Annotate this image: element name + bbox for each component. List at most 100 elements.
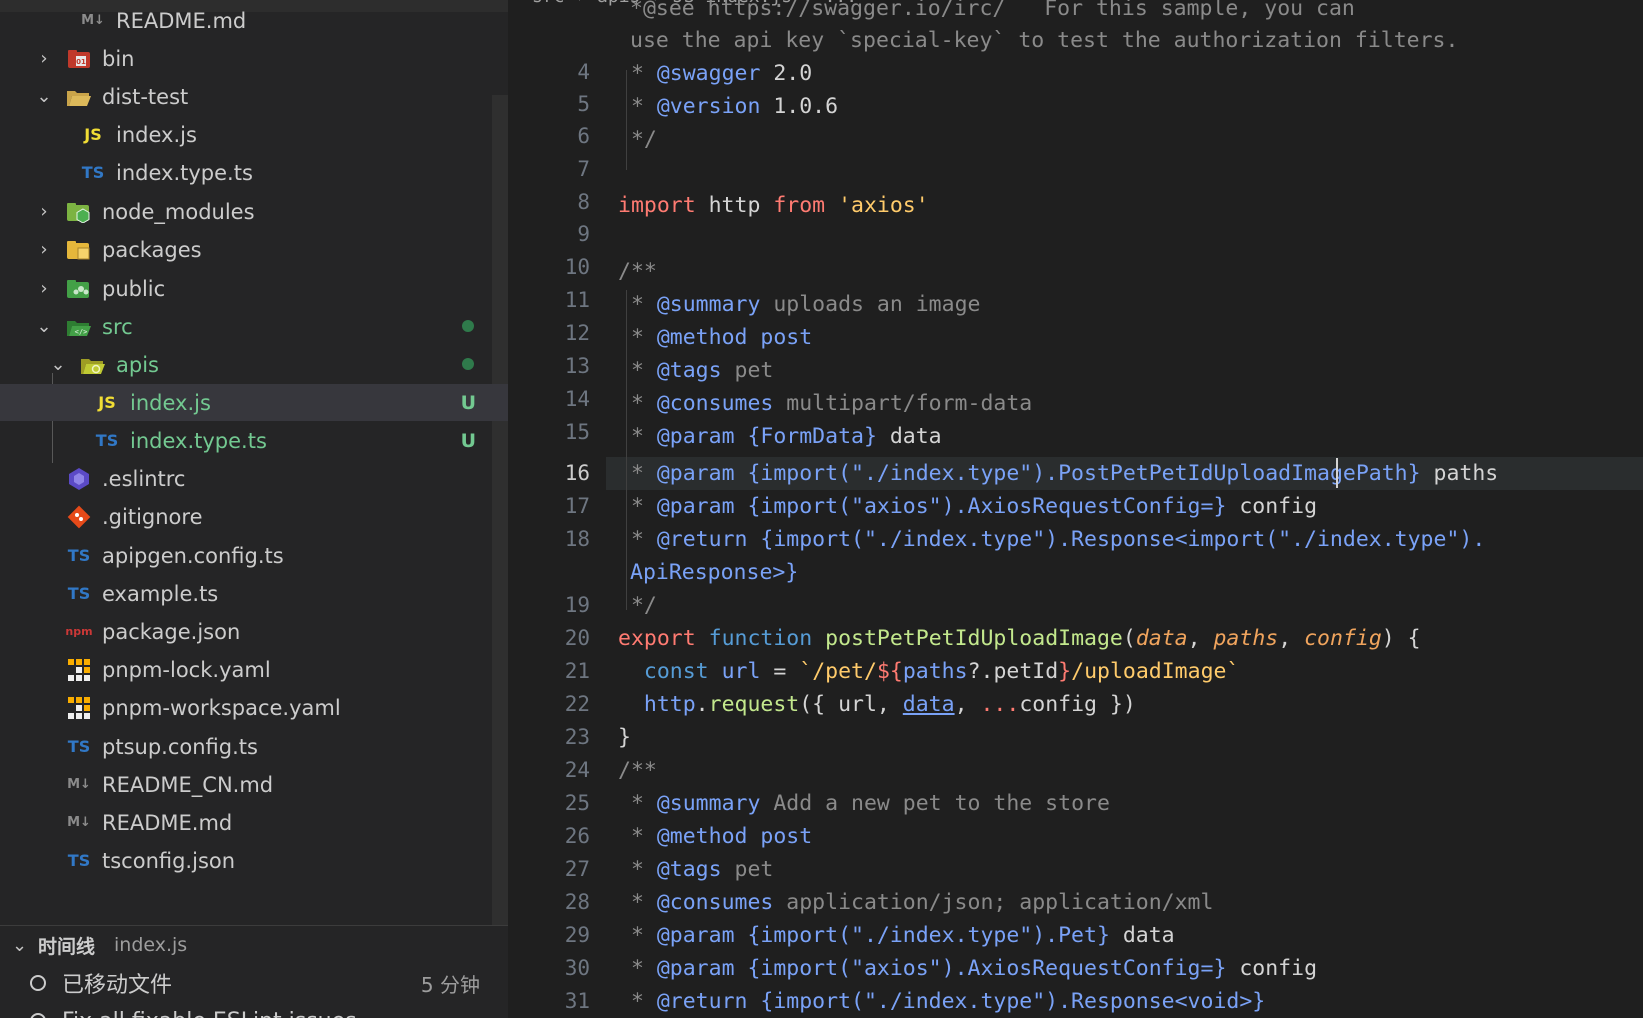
svg-text:01: 01 — [76, 58, 86, 66]
code-line[interactable]: } — [618, 721, 631, 754]
code-line[interactable]: * @param {import("./index.type").Pet} da… — [618, 919, 1175, 952]
tree-item-label: index.type.ts — [116, 160, 253, 185]
code-line[interactable]: * @param {FormData} data — [618, 420, 942, 453]
code-line[interactable]: * @summary uploads an image — [618, 288, 981, 321]
tree-item-label: tsconfig.json — [102, 848, 236, 873]
tree-item-label: README.md — [116, 8, 247, 33]
folder-open-icon — [66, 85, 92, 109]
pnpm-icon — [66, 696, 92, 720]
code-line[interactable]: * @return {import("./index.type").Respon… — [618, 985, 1265, 1018]
git-status-untracked: U — [460, 391, 476, 414]
chevron-right-icon[interactable]: › — [34, 278, 54, 299]
tree-item-gitignore[interactable]: .gitignore — [0, 498, 508, 535]
code-line[interactable]: * @swagger 2.0 — [618, 57, 812, 90]
tree-item-apis-index-type-ts[interactable]: TS index.type.ts U — [0, 422, 508, 459]
code-line[interactable]: http.request({ url, data, ...config }) — [618, 688, 1136, 721]
code-line[interactable]: import http from 'axios' — [618, 189, 929, 222]
code-line[interactable]: */ — [618, 123, 657, 156]
code-line[interactable]: * @consumes multipart/form-data — [618, 387, 1032, 420]
chevron-right-icon[interactable]: › — [34, 48, 54, 69]
code-line[interactable]: * @method post — [618, 820, 812, 853]
code-line[interactable]: * @return {import("./index.type").Respon… — [618, 523, 1485, 556]
line-number: 13 — [564, 354, 590, 378]
code-line[interactable]: const url = `/pet/${paths?.petId}/upload… — [618, 655, 1240, 688]
ts-file-icon: TS — [67, 737, 91, 756]
timeline-entry[interactable]: 已移动文件 5 分钟 — [0, 964, 508, 1002]
code-line[interactable]: ApiResponse>} — [630, 556, 798, 589]
timeline-entry[interactable]: Fix all fixable ESLint issues — [0, 1002, 508, 1018]
line-number: 26 — [564, 824, 590, 848]
tree-item-dist-index-type-ts[interactable]: TS index.type.ts — [0, 154, 508, 191]
tree-item-label: apis — [116, 352, 159, 377]
tree-item-node-modules[interactable]: › node_modules — [0, 193, 508, 230]
folder-packages-icon — [66, 238, 92, 262]
code-line[interactable]: * @consumes application/json; applicatio… — [618, 886, 1214, 919]
code-line[interactable]: * @param {import("axios").AxiosRequestCo… — [618, 952, 1317, 985]
chevron-down-icon[interactable]: ⌄ — [48, 354, 68, 375]
tree-item-tsconfig[interactable]: TS tsconfig.json — [0, 842, 508, 879]
tree-item-ptsup-config[interactable]: TS ptsup.config.ts — [0, 728, 508, 765]
code-line[interactable]: use the api key `special-key` to test th… — [630, 24, 1458, 57]
tree-item-label: README_CN.md — [102, 772, 274, 797]
code-line[interactable]: /** — [618, 255, 657, 288]
line-number: 24 — [564, 758, 590, 782]
js-file-icon: JS — [98, 393, 116, 412]
tree-item-apipgen-config[interactable]: TS apipgen.config.ts — [0, 537, 508, 574]
tree-item-readme[interactable]: M↓ README.md — [0, 804, 508, 841]
tree-item-readme-top[interactable]: M↓ README.md — [0, 2, 508, 39]
code-line[interactable]: * @param {import("axios").AxiosRequestCo… — [618, 490, 1317, 523]
svg-text:</>: </> — [75, 328, 88, 336]
tree-item-pnpm-lock[interactable]: pnpm-lock.yaml — [0, 651, 508, 688]
chevron-right-icon[interactable]: › — [34, 201, 54, 222]
tree-item-dist-test[interactable]: ⌄ dist-test — [0, 78, 508, 115]
chevron-right-icon[interactable]: › — [34, 239, 54, 260]
code-line[interactable]: /** — [618, 754, 657, 787]
folder-src-icon: </> — [66, 315, 92, 339]
tree-item-label: pnpm-workspace.yaml — [102, 695, 341, 720]
code-line[interactable]: * @summary Add a new pet to the store — [618, 787, 1110, 820]
modified-dot — [462, 358, 474, 370]
code-line[interactable]: * @tags pet — [618, 853, 773, 886]
git-icon — [66, 505, 92, 529]
line-number: 31 — [564, 989, 590, 1013]
line-number: 5 — [577, 92, 590, 116]
chevron-down-icon[interactable]: ⌄ — [34, 316, 54, 337]
line-number: 8 — [577, 190, 590, 214]
code-line[interactable]: * @param {import("./index.type").PostPet… — [618, 457, 1498, 490]
code-line[interactable]: * @method post — [618, 321, 812, 354]
code-line[interactable]: export function postPetPetIdUploadImage(… — [618, 622, 1421, 655]
tree-item-example-ts[interactable]: TS example.ts — [0, 575, 508, 612]
tree-item-src[interactable]: ⌄ </> src — [0, 308, 508, 345]
chevron-down-icon[interactable]: ⌄ — [34, 86, 54, 107]
code-editor[interactable]: src › apis › JS index.js › ... 4 5 6 7 8… — [508, 0, 1643, 1018]
code-line[interactable]: * @tags pet — [618, 354, 773, 387]
timeline-title: 时间线 — [38, 935, 96, 958]
tree-item-apis-index-js[interactable]: JS index.js U — [0, 384, 508, 421]
tree-item-label: index.js — [116, 122, 197, 147]
code-line[interactable]: *@see https://swagger.io/irc/ For this s… — [630, 0, 1355, 25]
line-number: 10 — [564, 255, 590, 279]
tree-item-apis[interactable]: ⌄ apis — [0, 346, 508, 383]
line-number: 4 — [577, 60, 590, 84]
tree-item-pnpm-workspace[interactable]: pnpm-workspace.yaml — [0, 689, 508, 726]
code-line[interactable]: * @version 1.0.6 — [618, 90, 838, 123]
timeline-entry-label: 已移动文件 — [62, 973, 173, 998]
chevron-down-icon[interactable]: ⌄ — [12, 935, 27, 956]
tree-item-readme-cn[interactable]: M↓ README_CN.md — [0, 766, 508, 803]
circle-icon — [30, 975, 46, 991]
tree-item-dist-index-js[interactable]: JS index.js — [0, 116, 508, 153]
pnpm-icon — [66, 658, 92, 682]
line-number-current: 16 — [564, 461, 590, 485]
text-cursor — [1336, 458, 1338, 488]
tree-item-bin[interactable]: › 01 bin — [0, 40, 508, 77]
line-number: 14 — [564, 387, 590, 411]
tree-item-eslintrc[interactable]: .eslintrc — [0, 460, 508, 497]
code-line[interactable]: */ — [618, 589, 657, 622]
tree-item-package-json[interactable]: npm package.json — [0, 613, 508, 650]
timeline-header[interactable]: ⌄ 时间线 index.js — [0, 925, 508, 964]
tree-item-packages[interactable]: › packages — [0, 231, 508, 268]
line-number: 9 — [577, 222, 590, 246]
tree-item-public[interactable]: › public — [0, 270, 508, 307]
tree-item-label: package.json — [102, 619, 241, 644]
tree-item-label: apipgen.config.ts — [102, 543, 284, 568]
